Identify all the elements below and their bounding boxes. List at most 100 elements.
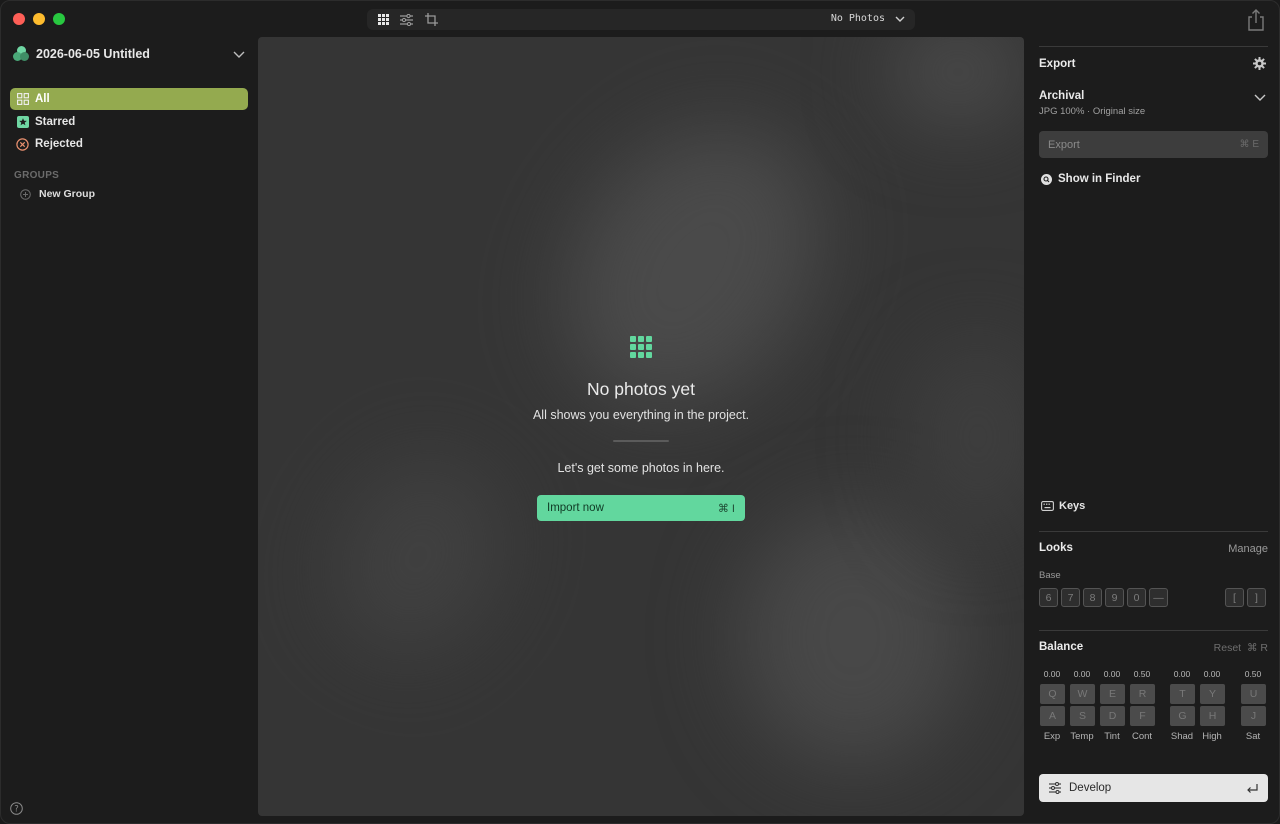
- balance-increase-key[interactable]: Q: [1040, 684, 1065, 704]
- look-key-6[interactable]: 6: [1039, 588, 1058, 607]
- balance-section-title: Balance: [1039, 641, 1084, 653]
- export-preset-detail: JPG 100% · Original size: [1039, 106, 1146, 117]
- divider: [1039, 531, 1268, 532]
- keys-label: Keys: [1059, 500, 1086, 512]
- export-button[interactable]: Export ⌘ E: [1039, 131, 1268, 158]
- balance-decrease-key[interactable]: F: [1130, 706, 1155, 726]
- looks-section-title: Looks: [1039, 542, 1073, 554]
- balance-increase-key[interactable]: E: [1100, 684, 1125, 704]
- project-selector[interactable]: 2026-06-05 Untitled: [13, 45, 245, 63]
- balance-value: 0.50: [1244, 669, 1262, 679]
- import-now-button[interactable]: Import now ⌘ I: [537, 495, 745, 521]
- look-key-0[interactable]: 0: [1127, 588, 1146, 607]
- chevron-down-icon[interactable]: [1254, 91, 1266, 103]
- share-icon[interactable]: [1247, 9, 1265, 31]
- balance-increase-key[interactable]: R: [1130, 684, 1155, 704]
- chevron-down-icon[interactable]: [233, 48, 245, 60]
- star-icon: [16, 115, 29, 128]
- balance-decrease-key[interactable]: H: [1200, 706, 1225, 726]
- sidebar-item-label: Rejected: [35, 138, 83, 150]
- look-key-9[interactable]: 9: [1105, 588, 1124, 607]
- reject-icon: [16, 137, 29, 151]
- svg-text:?: ?: [14, 805, 19, 815]
- app-window: No Photos 2026-06-05 Untitled All Starre…: [0, 0, 1280, 824]
- develop-button[interactable]: Develop: [1039, 774, 1268, 802]
- search-icon: [1041, 173, 1052, 185]
- export-shortcut: ⌘ E: [1239, 139, 1259, 150]
- balance-label: Sat: [1245, 731, 1261, 742]
- divider: [1039, 46, 1268, 47]
- balance-label: Tint: [1104, 731, 1120, 742]
- sidebar-nav: All Starred Rejected: [10, 88, 248, 156]
- crop-icon[interactable]: [423, 12, 439, 27]
- balance-label: Exp: [1043, 731, 1061, 742]
- balance-increase-key[interactable]: Y: [1200, 684, 1225, 704]
- balance-increase-key[interactable]: W: [1070, 684, 1095, 704]
- sidebar-item-label: Starred: [35, 115, 76, 128]
- adjustments-sliders-icon: [1049, 782, 1061, 794]
- look-key-7[interactable]: 7: [1061, 588, 1080, 607]
- view-toolbar: No Photos: [367, 9, 915, 30]
- groups-heading: GROUPS: [14, 170, 60, 181]
- sidebar-item-starred[interactable]: Starred: [10, 111, 248, 133]
- zoom-window-button[interactable]: [53, 13, 65, 25]
- balance-increase-key[interactable]: T: [1170, 684, 1195, 704]
- photo-count-status[interactable]: No Photos: [831, 13, 885, 24]
- chevron-down-icon[interactable]: [895, 13, 905, 25]
- grid-icon: [16, 93, 29, 106]
- divider: [1039, 630, 1268, 631]
- gear-icon[interactable]: [1253, 57, 1266, 70]
- show-in-finder-link[interactable]: Show in Finder: [1041, 173, 1140, 185]
- help-icon[interactable]: ?: [10, 802, 23, 815]
- look-key-8[interactable]: 8: [1083, 588, 1102, 607]
- balance-label: Temp: [1070, 731, 1094, 742]
- empty-state: No photos yet All shows you everything i…: [258, 37, 1024, 816]
- adjustments-sliders-icon[interactable]: [398, 12, 414, 27]
- balance-decrease-key[interactable]: J: [1241, 706, 1266, 726]
- minimize-window-button[interactable]: [33, 13, 45, 25]
- close-window-button[interactable]: [13, 13, 25, 25]
- reset-balance-button[interactable]: Reset ⌘ R: [1214, 642, 1268, 654]
- keys-toggle[interactable]: Keys: [1041, 500, 1085, 512]
- balance-label: Shad: [1170, 731, 1194, 742]
- look-next-key[interactable]: ]: [1247, 588, 1266, 607]
- inspector-panel: Export Archival JPG 100% · Original size…: [1039, 37, 1268, 816]
- balance-value: 0.00: [1173, 669, 1191, 679]
- return-key-icon: [1247, 783, 1258, 793]
- balance-decrease-key[interactable]: A: [1040, 706, 1065, 726]
- grid-view-icon[interactable]: [375, 12, 391, 27]
- look-prev-key[interactable]: [: [1225, 588, 1244, 607]
- base-look-label: Base: [1039, 570, 1061, 581]
- import-button-label: Import now: [547, 502, 604, 514]
- export-button-label: Export: [1048, 138, 1080, 151]
- balance-decrease-key[interactable]: D: [1100, 706, 1125, 726]
- balance-value: 0.00: [1073, 669, 1091, 679]
- keyboard-icon: [1041, 501, 1054, 511]
- look-key-none[interactable]: —: [1149, 588, 1168, 607]
- sidebar: 2026-06-05 Untitled All Starred Rejected…: [1, 37, 257, 823]
- project-logo-icon: [13, 46, 29, 62]
- export-section-title: Export: [1039, 58, 1076, 70]
- new-group-button[interactable]: New Group: [20, 188, 95, 200]
- export-preset-name[interactable]: Archival: [1039, 90, 1084, 102]
- show-in-finder-label: Show in Finder: [1058, 173, 1141, 185]
- sidebar-item-rejected[interactable]: Rejected: [10, 133, 248, 155]
- balance-value: 0.00: [1043, 669, 1061, 679]
- sidebar-item-all[interactable]: All: [10, 88, 248, 110]
- balance-value: 0.50: [1133, 669, 1151, 679]
- sidebar-item-label: All: [35, 93, 50, 105]
- add-icon: [20, 188, 31, 200]
- grid-icon: [630, 336, 652, 358]
- empty-state-cta: Let's get some photos in here.: [557, 461, 725, 475]
- balance-value: 0.00: [1203, 669, 1221, 679]
- balance-increase-key[interactable]: U: [1241, 684, 1266, 704]
- empty-state-subtitle: All shows you everything in the project.: [532, 408, 750, 422]
- new-group-label: New Group: [39, 188, 96, 200]
- project-title: 2026-06-05 Untitled: [36, 47, 150, 61]
- import-shortcut: ⌘ I: [717, 502, 735, 515]
- balance-decrease-key[interactable]: S: [1070, 706, 1095, 726]
- empty-state-title: No photos yet: [587, 379, 695, 399]
- reset-shortcut: ⌘ R: [1247, 642, 1268, 654]
- manage-looks-button[interactable]: Manage: [1228, 543, 1268, 555]
- balance-decrease-key[interactable]: G: [1170, 706, 1195, 726]
